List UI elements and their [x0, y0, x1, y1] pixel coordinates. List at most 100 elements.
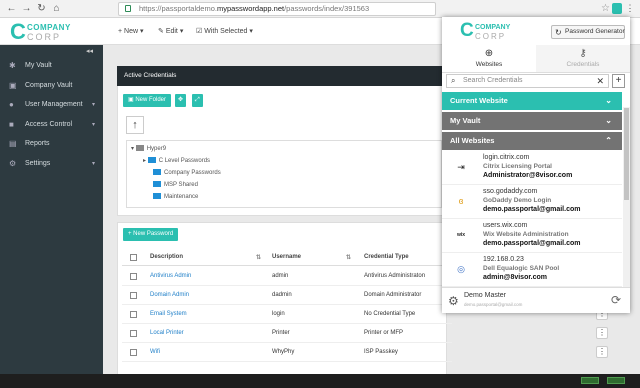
row-description[interactable]: Local Printer	[150, 324, 184, 343]
star-icon[interactable]: ☆	[600, 3, 611, 14]
collapse-sidebar-icon[interactable]: ◂◂	[86, 47, 93, 55]
entry-url: 192.168.0.23	[483, 256, 524, 263]
tree-folder-label: Maintenance	[164, 194, 199, 200]
tree-folder[interactable]: Company Passwords	[153, 169, 221, 176]
sync-icon[interactable]: ⟳	[611, 293, 621, 307]
sidebar-item-settings[interactable]: ⚙ Settings ▾	[0, 155, 103, 173]
scrollbar-thumb[interactable]	[624, 108, 629, 200]
row-checkbox[interactable]	[130, 292, 137, 299]
sidebar-item-my-vault[interactable]: ✱ My Vault	[0, 57, 103, 75]
url-path: /passwords/index/391563	[284, 4, 370, 13]
tab-credentials[interactable]: ⚷ Credentials	[536, 45, 630, 73]
credential-entry[interactable]: ɞ sso.godaddy.com GoDaddy Demo Login dem…	[442, 185, 622, 219]
table-row[interactable]: Email System login No Credential Type	[122, 305, 452, 324]
search-input[interactable]: ⌕ Search Credentials ✕	[446, 74, 609, 88]
credential-entry[interactable]: wix users.wix.com Wix Website Administra…	[442, 219, 622, 253]
section-my-vault[interactable]: My Vault ⌄	[442, 112, 622, 130]
with-selected-menu[interactable]: ☑ With Selected ▾	[196, 27, 253, 35]
bottom-indicator	[581, 377, 599, 384]
row-description[interactable]: Antivirus Admin	[150, 267, 191, 286]
sidebar-item-access-control[interactable]: ■ Access Control ▾	[0, 116, 103, 134]
lock-icon: ■	[9, 120, 14, 129]
folder-icon	[153, 181, 161, 187]
sidebar-item-company-vault[interactable]: ▣ Company Vault	[0, 77, 103, 95]
logo-letter: C	[10, 19, 26, 44]
clear-icon[interactable]: ✕	[596, 75, 604, 87]
entry-name: Citrix Licensing Portal	[483, 163, 552, 170]
new-label: New	[124, 28, 139, 35]
table-row[interactable]: Domain Admin dadmin Domain Administrator	[122, 286, 452, 305]
row-description[interactable]: Wifi	[150, 343, 160, 362]
add-credential-button[interactable]: +	[612, 74, 625, 88]
folder-icon	[147, 157, 156, 163]
sidebar-item-user-management[interactable]: ● User Management ▾	[0, 96, 103, 114]
section-label: My Vault	[450, 116, 481, 125]
edit-menu[interactable]: ✎ Edit ▾	[158, 27, 183, 35]
sidebar-item-label: Settings	[25, 160, 51, 167]
new-password-label: New Password	[133, 231, 174, 237]
entry-url: users.wix.com	[483, 222, 528, 229]
row-description[interactable]: Email System	[150, 305, 187, 324]
url-prefix: https://passportaldemo.	[139, 4, 217, 13]
tree-folder[interactable]: Maintenance	[153, 193, 198, 200]
section-all-websites[interactable]: All Websites ⌃	[442, 132, 622, 150]
user-icon: ●	[9, 100, 14, 109]
user-name: Demo Master	[464, 292, 507, 299]
row-checkbox[interactable]	[130, 311, 137, 318]
chart-icon: ▤	[9, 139, 17, 148]
header-username[interactable]: Username	[272, 254, 301, 260]
new-folder-button[interactable]: ▣ New Folder	[123, 94, 172, 107]
bottom-bar	[0, 374, 640, 388]
passportal-extension-icon[interactable]	[612, 3, 622, 14]
new-password-button[interactable]: + New Password	[123, 228, 179, 241]
table-row[interactable]: Antivirus Admin admin Antivirus Administ…	[122, 267, 452, 286]
new-menu[interactable]: + New ▾	[118, 27, 144, 35]
row-description[interactable]: Domain Admin	[150, 286, 189, 305]
row-username: Printer	[272, 330, 290, 336]
password-generator-button[interactable]: ↻ Password Generator	[551, 25, 625, 39]
header-description[interactable]: Description	[150, 254, 183, 260]
gear-icon[interactable]: ⚙	[448, 294, 459, 308]
tree-folder[interactable]: MSP Shared	[153, 181, 198, 188]
sidebar-item-reports[interactable]: ▤ Reports	[0, 135, 103, 153]
tree-root[interactable]: ▾ Hyper9	[131, 145, 166, 152]
row-checkbox[interactable]	[130, 349, 137, 356]
move-button[interactable]: ✥	[175, 94, 187, 107]
forward-icon[interactable]: →	[21, 3, 32, 14]
credential-entry[interactable]: ⇥ login.citrix.com Citrix Licensing Port…	[442, 151, 622, 185]
dell-icon: ◎	[457, 264, 465, 274]
row-type: Domain Administrator	[364, 292, 422, 298]
section-current-website[interactable]: Current Website ⌄	[442, 92, 622, 110]
reload-icon[interactable]: ↻	[36, 3, 47, 14]
sort-icon[interactable]: ⇅	[256, 254, 261, 261]
entry-url: login.citrix.com	[483, 154, 530, 161]
credential-entry[interactable]: ◎ 192.168.0.23 Dell Equalogic SAN Pool a…	[442, 253, 622, 287]
lock-icon	[125, 5, 131, 12]
tree-folder[interactable]: ▸ C Level Passwords	[143, 157, 210, 164]
tab-credentials-label: Credentials	[566, 61, 600, 68]
with-selected-label: With Selected	[204, 28, 248, 35]
home-icon[interactable]: ⌂	[51, 3, 62, 14]
url-domain: mypasswordapp.net	[216, 4, 285, 13]
caret-down-icon: ▾	[91, 102, 95, 108]
up-folder-button[interactable]: ↑	[126, 116, 144, 134]
refresh-icon: ↻	[555, 28, 562, 37]
address-bar[interactable]: https://passportaldemo.mypasswordapp.net…	[118, 2, 436, 16]
sidebar-item-label: Reports	[25, 140, 50, 147]
row-username: dadmin	[272, 292, 292, 298]
select-all-checkbox[interactable]	[130, 254, 137, 261]
row-checkbox[interactable]	[130, 330, 137, 337]
key-icon: ⚷	[579, 48, 587, 59]
row-actions-button[interactable]: ⋮	[596, 346, 608, 358]
sort-icon[interactable]: ⇅	[346, 254, 351, 261]
expand-button[interactable]: ⤢	[192, 94, 203, 107]
header-credential-type[interactable]: Credential Type	[364, 254, 409, 260]
back-icon[interactable]: ←	[6, 3, 17, 14]
row-checkbox[interactable]	[130, 273, 137, 280]
table-row[interactable]: Local Printer Printer Printer or MFP	[122, 324, 452, 343]
table-row[interactable]: Wifi WhyPhy ISP Passkey	[122, 343, 452, 362]
sidebar-item-label: Access Control	[25, 121, 73, 128]
tab-websites[interactable]: ⊕ Websites	[442, 45, 536, 73]
menu-icon[interactable]: ⋮	[625, 3, 635, 14]
row-actions-button[interactable]: ⋮	[596, 327, 608, 339]
